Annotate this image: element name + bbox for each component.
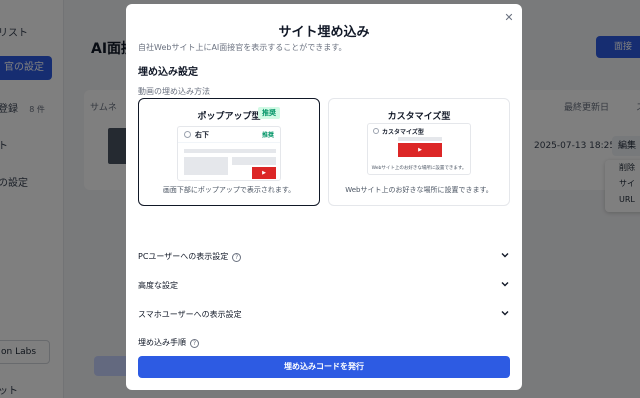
accordion-pc-display[interactable]: PCユーザーへの表示設定? (138, 249, 510, 265)
chevron-down-icon (501, 311, 509, 316)
popup-preview: 右下 推奨 (177, 126, 281, 181)
option-custom[interactable]: カスタマイズ型 カスタマイズ型 Webサイト上のお好きな場所に設置できます。 W… (328, 98, 510, 206)
placeholder-block (184, 157, 228, 175)
embed-method-label: 動画の埋め込み方法 (138, 87, 210, 96)
section-title: 埋め込み設定 (138, 67, 198, 78)
preview-caption: Webサイト上のお好きな場所に設置できます。 (371, 166, 467, 171)
modal-title: サイト埋め込み (278, 25, 370, 40)
accordion-advanced[interactable]: 高度な設定 (138, 278, 510, 294)
chevron-down-icon (501, 282, 509, 287)
chevron-down-icon (501, 253, 509, 258)
modal-description: 自社Webサイト上にAI面接官を表示することができます。 (138, 43, 347, 52)
radio-icon (184, 131, 191, 138)
accordion-label: スマホユーザーへの表示設定 (138, 310, 242, 319)
placeholder-bar (398, 137, 442, 141)
radio-icon (373, 128, 379, 134)
help-circle-icon[interactable]: ? (232, 253, 242, 262)
preview-position: カスタマイズ型 (382, 129, 424, 136)
embed-steps: 埋め込み手順? (138, 335, 510, 349)
accordion-label: PCユーザーへの表示設定? (138, 251, 242, 262)
preview-header: 右下 推奨 (178, 127, 280, 143)
option-caption: Webサイト上のお好きな場所に設置できます。 (345, 186, 493, 194)
recommended-badge: 推奨 (258, 107, 280, 119)
placeholder-bar (184, 149, 276, 153)
custom-preview: カスタマイズ型 Webサイト上のお好きな場所に設置できます。 (367, 123, 471, 175)
placeholder-block (232, 157, 276, 165)
close-icon[interactable]: ✕ (502, 11, 516, 25)
play-icon (398, 143, 442, 157)
accordion-label: 高度な設定 (138, 281, 178, 290)
option-caption: 画面下部にポップアップで表示されます。 (162, 186, 296, 194)
option-title: ポップアップ型 (197, 112, 261, 122)
accordion-label-text: PCユーザーへの表示設定 (138, 252, 229, 261)
issue-embed-code-button[interactable]: 埋め込みコードを発行 (138, 356, 510, 378)
option-popup[interactable]: ポップアップ型 推奨 右下 推奨 画面下部にポップアップで表示されます。 (138, 98, 320, 206)
embed-steps-label: 埋め込み手順? (138, 337, 199, 348)
option-title: カスタマイズ型 (387, 112, 451, 122)
accordion-mobile-display[interactable]: スマホユーザーへの表示設定 (138, 307, 510, 323)
preview-position: 右下 (195, 131, 209, 139)
site-embed-modal: サイト埋め込み ✕ 自社Webサイト上にAI面接官を表示することができます。 埋… (126, 4, 522, 390)
help-circle-icon[interactable]: ? (190, 339, 199, 348)
play-icon (252, 167, 276, 179)
preview-tag: 推奨 (261, 132, 274, 139)
embed-steps-text: 埋め込み手順 (138, 338, 186, 347)
